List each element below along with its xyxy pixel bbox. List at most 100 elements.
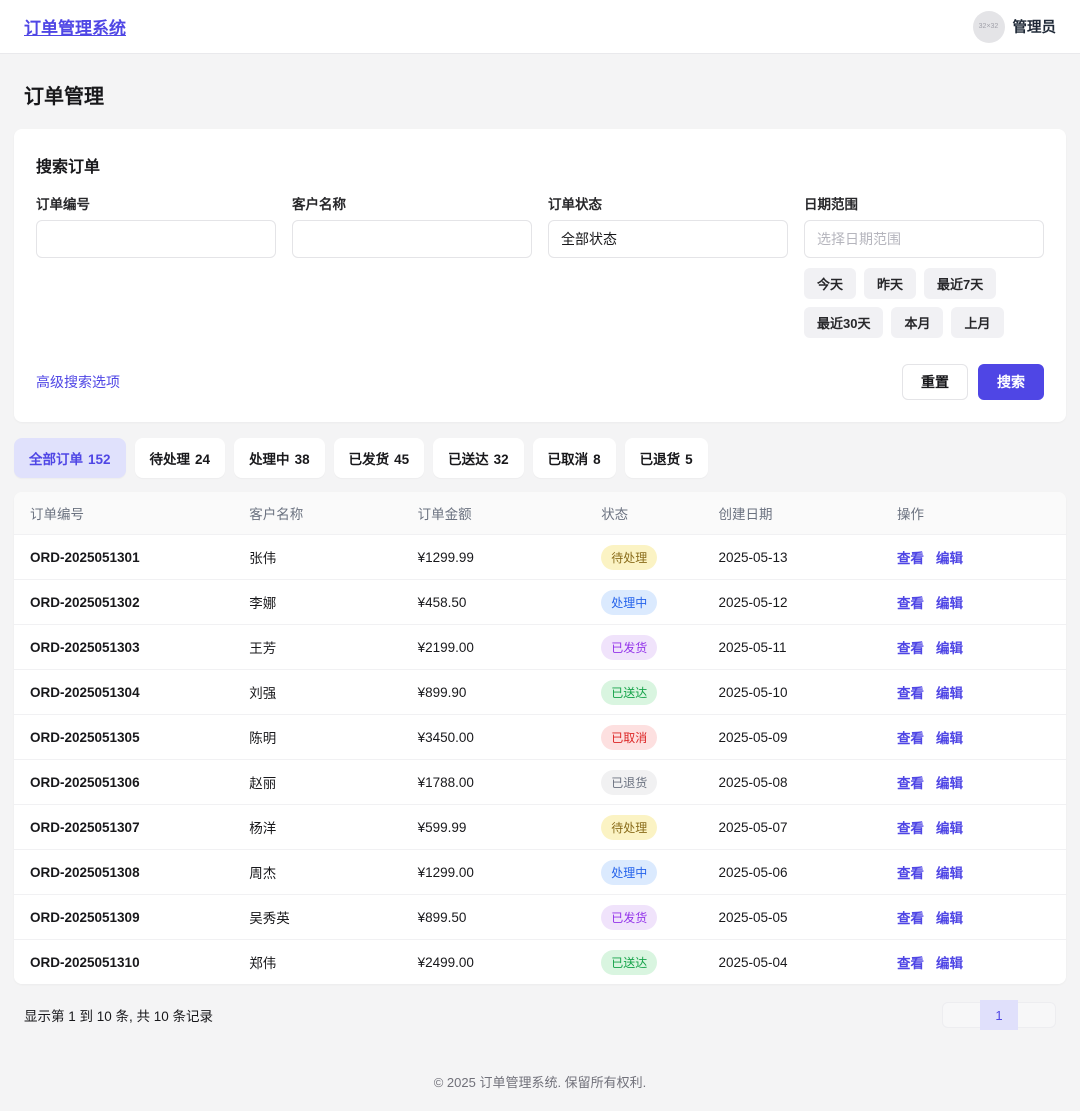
view-link[interactable]: 查看 bbox=[897, 547, 924, 567]
customer-input[interactable] bbox=[292, 220, 532, 258]
advanced-search-link[interactable]: 高级搜索选项 bbox=[36, 372, 120, 392]
table-row: ORD-2025051305陈明¥3450.00已取消2025-05-09查看编… bbox=[14, 714, 1066, 759]
view-link[interactable]: 查看 bbox=[897, 682, 924, 702]
actions-cell: 查看编辑 bbox=[897, 592, 1050, 612]
reset-button[interactable]: 重置 bbox=[902, 364, 968, 400]
view-link[interactable]: 查看 bbox=[897, 592, 924, 612]
date-range-input[interactable] bbox=[804, 220, 1044, 258]
tab-已退货[interactable]: 已退货5 bbox=[625, 438, 708, 478]
view-link[interactable]: 查看 bbox=[897, 862, 924, 882]
table-row: ORD-2025051309吴秀英¥899.50已发货2025-05-05查看编… bbox=[14, 894, 1066, 939]
status-select[interactable]: 全部状态 bbox=[548, 220, 788, 258]
view-link[interactable]: 查看 bbox=[897, 727, 924, 747]
tab-label: 已送达 bbox=[448, 452, 489, 467]
table-row: ORD-2025051310郑伟¥2499.00已送达2025-05-04查看编… bbox=[14, 939, 1066, 984]
quick-range-button[interactable]: 最近7天 bbox=[924, 268, 996, 299]
view-link[interactable]: 查看 bbox=[897, 772, 924, 792]
edit-link[interactable]: 编辑 bbox=[936, 772, 963, 792]
table-header-row: 订单编号客户名称订单金额状态创建日期操作 bbox=[14, 492, 1066, 534]
search-panel-title: 搜索订单 bbox=[36, 153, 1044, 177]
view-link[interactable]: 查看 bbox=[897, 952, 924, 972]
quick-date-ranges: 今天昨天最近7天最近30天本月上月 bbox=[804, 268, 1044, 338]
tab-count: 45 bbox=[394, 452, 409, 467]
user-menu[interactable]: 32×32 管理员 bbox=[973, 11, 1057, 43]
customer-cell: 杨洋 bbox=[249, 817, 417, 837]
page-1-button[interactable]: 1 bbox=[980, 1000, 1018, 1030]
order-no-input[interactable] bbox=[36, 220, 276, 258]
customer-cell: 赵丽 bbox=[249, 772, 417, 792]
status-cell: 已送达 bbox=[601, 680, 718, 705]
quick-range-button[interactable]: 本月 bbox=[891, 307, 943, 338]
status-field-group: 订单状态 全部状态 bbox=[548, 193, 788, 338]
username-label: 管理员 bbox=[1013, 16, 1057, 37]
tab-label: 已取消 bbox=[548, 452, 589, 467]
tab-已取消[interactable]: 已取消 8 bbox=[533, 438, 616, 478]
column-header: 操作 bbox=[897, 503, 1050, 523]
edit-link[interactable]: 编辑 bbox=[936, 862, 963, 882]
view-link[interactable]: 查看 bbox=[897, 817, 924, 837]
edit-link[interactable]: 编辑 bbox=[936, 682, 963, 702]
quick-range-button[interactable]: 昨天 bbox=[864, 268, 916, 299]
view-link[interactable]: 查看 bbox=[897, 637, 924, 657]
actions-cell: 查看编辑 bbox=[897, 637, 1050, 657]
amount-cell: ¥1299.00 bbox=[418, 865, 602, 880]
quick-range-button[interactable]: 今天 bbox=[804, 268, 856, 299]
search-fields: 订单编号 客户名称 订单状态 全部状态 日期范围 今天昨天最近7天最近30天本月… bbox=[36, 193, 1044, 338]
edit-link[interactable]: 编辑 bbox=[936, 907, 963, 927]
amount-cell: ¥2499.00 bbox=[418, 955, 602, 970]
pagination: 1 bbox=[942, 1000, 1056, 1030]
date-cell: 2025-05-08 bbox=[718, 775, 897, 790]
amount-cell: ¥1788.00 bbox=[418, 775, 602, 790]
tab-处理中[interactable]: 处理中38 bbox=[234, 438, 325, 478]
tab-count: 8 bbox=[593, 452, 601, 467]
copyright: © 2025 订单管理系统. 保留所有权利. bbox=[14, 1072, 1066, 1091]
order-id-cell: ORD-2025051307 bbox=[30, 820, 249, 835]
next-page-button[interactable] bbox=[1018, 1002, 1056, 1028]
actions-cell: 查看编辑 bbox=[897, 772, 1050, 792]
edit-link[interactable]: 编辑 bbox=[936, 817, 963, 837]
customer-cell: 陈明 bbox=[249, 727, 417, 747]
amount-cell: ¥899.90 bbox=[418, 685, 602, 700]
edit-link[interactable]: 编辑 bbox=[936, 637, 963, 657]
status-cell: 待处理 bbox=[601, 815, 718, 840]
order-id-cell: ORD-2025051304 bbox=[30, 685, 249, 700]
edit-link[interactable]: 编辑 bbox=[936, 592, 963, 612]
order-id-cell: ORD-2025051301 bbox=[30, 550, 249, 565]
quick-range-button[interactable]: 上月 bbox=[951, 307, 1003, 338]
status-cell: 处理中 bbox=[601, 590, 718, 615]
table-footer: 显示第 1 到 10 条, 共 10 条记录 1 bbox=[24, 1000, 1056, 1030]
customer-cell: 周杰 bbox=[249, 862, 417, 882]
tab-全部订单[interactable]: 全部订单152 bbox=[14, 438, 126, 478]
tab-已送达[interactable]: 已送达32 bbox=[433, 438, 524, 478]
tab-待处理[interactable]: 待处理24 bbox=[135, 438, 226, 478]
actions-cell: 查看编辑 bbox=[897, 682, 1050, 702]
status-badge: 已发货 bbox=[601, 905, 657, 930]
amount-cell: ¥899.50 bbox=[418, 910, 602, 925]
amount-cell: ¥2199.00 bbox=[418, 640, 602, 655]
customer-field-group: 客户名称 bbox=[292, 193, 532, 338]
actions-cell: 查看编辑 bbox=[897, 817, 1050, 837]
status-cell: 已送达 bbox=[601, 950, 718, 975]
order-id-cell: ORD-2025051308 bbox=[30, 865, 249, 880]
order-no-label: 订单编号 bbox=[36, 193, 276, 213]
quick-range-button[interactable]: 最近30天 bbox=[804, 307, 883, 338]
customer-cell: 张伟 bbox=[249, 547, 417, 567]
app-logo-link[interactable]: 订单管理系统 bbox=[24, 14, 126, 39]
date-cell: 2025-05-09 bbox=[718, 730, 897, 745]
table-row: ORD-2025051308周杰¥1299.00处理中2025-05-06查看编… bbox=[14, 849, 1066, 894]
order-id-cell: ORD-2025051306 bbox=[30, 775, 249, 790]
table-row: ORD-2025051302李娜¥458.50处理中2025-05-12查看编辑 bbox=[14, 579, 1066, 624]
edit-link[interactable]: 编辑 bbox=[936, 727, 963, 747]
table-row: ORD-2025051301张伟¥1299.99待处理2025-05-13查看编… bbox=[14, 534, 1066, 579]
status-cell: 待处理 bbox=[601, 545, 718, 570]
status-label: 订单状态 bbox=[548, 193, 788, 213]
status-badge: 已送达 bbox=[601, 950, 657, 975]
search-button[interactable]: 搜索 bbox=[978, 364, 1044, 400]
view-link[interactable]: 查看 bbox=[897, 907, 924, 927]
page-title: 订单管理 bbox=[24, 80, 1056, 109]
edit-link[interactable]: 编辑 bbox=[936, 547, 963, 567]
prev-page-button[interactable] bbox=[942, 1002, 980, 1028]
edit-link[interactable]: 编辑 bbox=[936, 952, 963, 972]
tab-已发货[interactable]: 已发货45 bbox=[334, 438, 425, 478]
status-cell: 已发货 bbox=[601, 635, 718, 660]
